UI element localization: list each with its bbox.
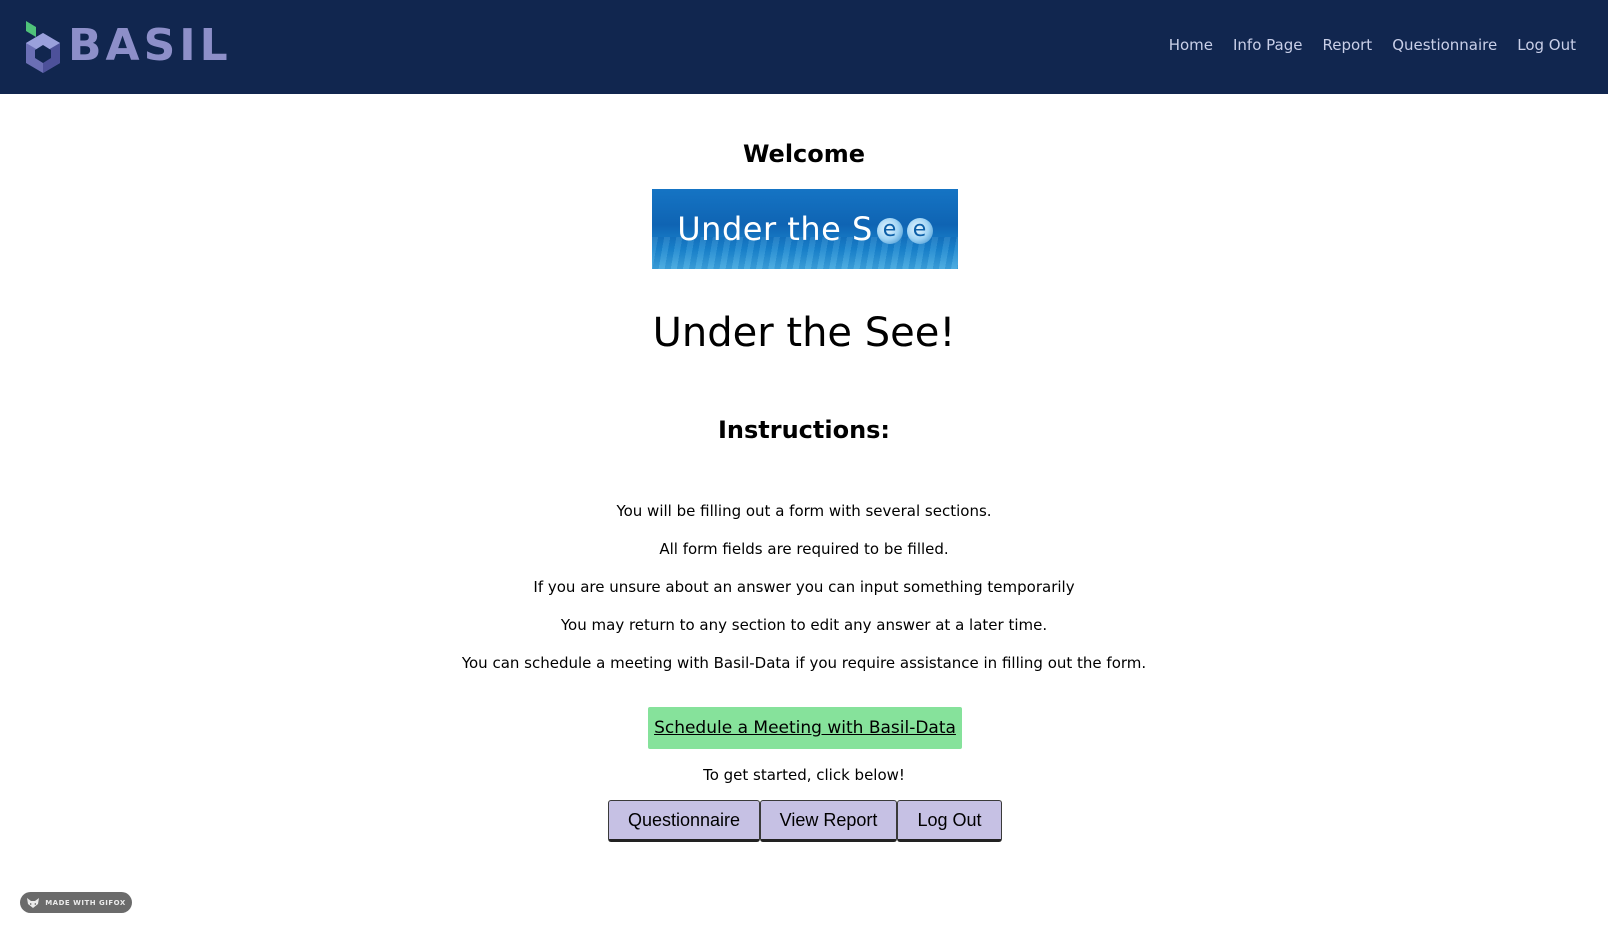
banner-text-prefix: Under the S: [677, 210, 873, 248]
eye-letter-icon: e: [906, 218, 933, 244]
gifox-badge-text: MADE WITH GIFOX: [45, 898, 126, 907]
under-the-see-banner: Under the See: [652, 189, 958, 269]
basil-cube-icon: [26, 21, 60, 73]
instruction-line: All form fields are required to be fille…: [659, 540, 949, 558]
nav-log-out[interactable]: Log Out: [1517, 36, 1576, 54]
instructions-heading: Instructions:: [717, 416, 891, 444]
nav-links: Home Info Page Report Questionnaire Log …: [1169, 36, 1576, 54]
fox-icon: [27, 897, 40, 908]
page-title: Under the See!: [652, 310, 956, 356]
brand-name: BASIL: [68, 20, 232, 71]
basil-logo[interactable]: BASIL: [22, 16, 232, 76]
navbar: BASIL Home Info Page Report Questionnair…: [0, 0, 1608, 94]
instruction-line: If you are unsure about an answer you ca…: [533, 578, 1075, 596]
instruction-line: You may return to any section to edit an…: [560, 616, 1048, 634]
view-report-button[interactable]: View Report: [760, 800, 897, 842]
eye-letter-icon: e: [876, 218, 903, 244]
action-buttons: Questionnaire View Report Log Out: [608, 800, 1002, 842]
nav-questionnaire[interactable]: Questionnaire: [1392, 36, 1497, 54]
nav-info-page[interactable]: Info Page: [1233, 36, 1302, 54]
instruction-line: You can schedule a meeting with Basil-Da…: [461, 654, 1147, 672]
welcome-heading: Welcome: [742, 140, 866, 168]
nav-report[interactable]: Report: [1322, 36, 1372, 54]
get-started-text: To get started, click below!: [703, 766, 905, 784]
questionnaire-button[interactable]: Questionnaire: [608, 800, 760, 842]
banner-text: Under the See: [677, 210, 933, 248]
schedule-meeting-button[interactable]: Schedule a Meeting with Basil-Data: [648, 707, 962, 749]
nav-home[interactable]: Home: [1169, 36, 1213, 54]
log-out-button[interactable]: Log Out: [897, 800, 1002, 842]
gifox-badge: MADE WITH GIFOX: [20, 892, 132, 913]
instruction-line: You will be filling out a form with seve…: [616, 502, 992, 520]
